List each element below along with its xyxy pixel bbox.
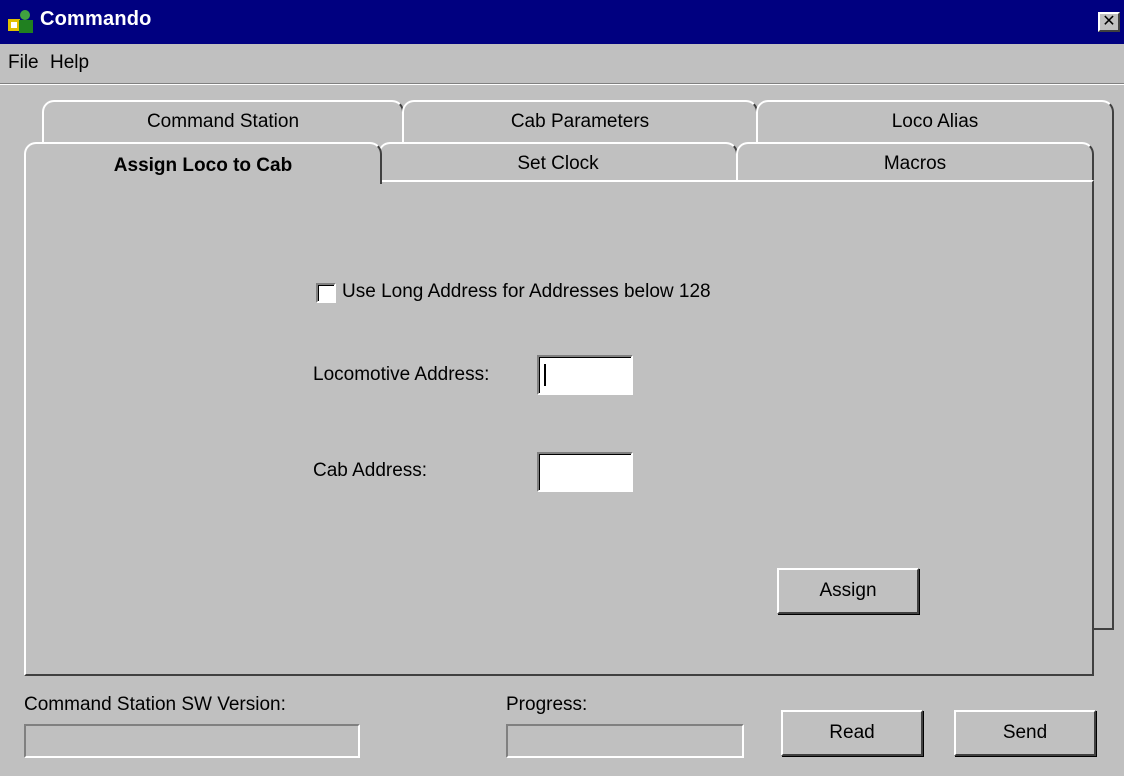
long-address-checkbox[interactable] [316,283,336,303]
tab-assign-loco-to-cab[interactable]: Assign Loco to Cab [24,142,382,184]
tab-loco-alias-label: Loco Alias [891,111,979,132]
read-button[interactable]: Read [781,710,923,756]
progress-label: Progress: [506,694,588,715]
locomotive-address-label: Locomotive Address: [313,364,490,385]
menu-help[interactable]: Help [50,52,89,74]
text-caret [544,364,546,386]
menu-separator [0,83,1124,85]
assign-button[interactable]: Assign [777,568,919,614]
sw-version-label: Command Station SW Version: [24,694,286,715]
tab-command-station-label: Command Station [146,111,300,132]
title-bar: Commando ✕ [0,0,1124,44]
tab-command-station[interactable]: Command Station [42,100,404,142]
tab-set-clock[interactable]: Set Clock [378,142,738,182]
menu-bar: File Help [0,44,1124,82]
sw-version-field [24,724,360,758]
send-button[interactable]: Send [954,710,1096,756]
tab-set-clock-label: Set Clock [517,153,599,174]
progress-bar [506,724,744,758]
window-title: Commando [40,8,152,30]
menu-file[interactable]: File [8,52,39,74]
read-button-label: Read [829,722,875,743]
close-icon[interactable]: ✕ [1098,12,1120,32]
menu-file-label: File [8,52,39,73]
tab-cab-parameters-label: Cab Parameters [510,111,650,132]
cab-address-label: Cab Address: [313,460,428,481]
back-panel-edge [1094,140,1114,630]
tab-assign-loco-to-cab-label: Assign Loco to Cab [113,155,293,176]
assign-loco-panel [24,180,1094,676]
tab-loco-alias[interactable]: Loco Alias [756,100,1114,142]
locomotive-address-input[interactable] [537,355,633,395]
tab-macros-label: Macros [883,153,947,174]
menu-help-label: Help [50,52,90,73]
commando-app-icon [8,10,33,33]
cab-address-input[interactable] [537,452,633,492]
tab-macros[interactable]: Macros [736,142,1094,182]
send-button-label: Send [1002,722,1048,743]
assign-button-label: Assign [819,580,877,601]
tab-cab-parameters[interactable]: Cab Parameters [402,100,758,142]
long-address-checkbox-label[interactable]: Use Long Address for Addresses below 128 [342,281,711,303]
